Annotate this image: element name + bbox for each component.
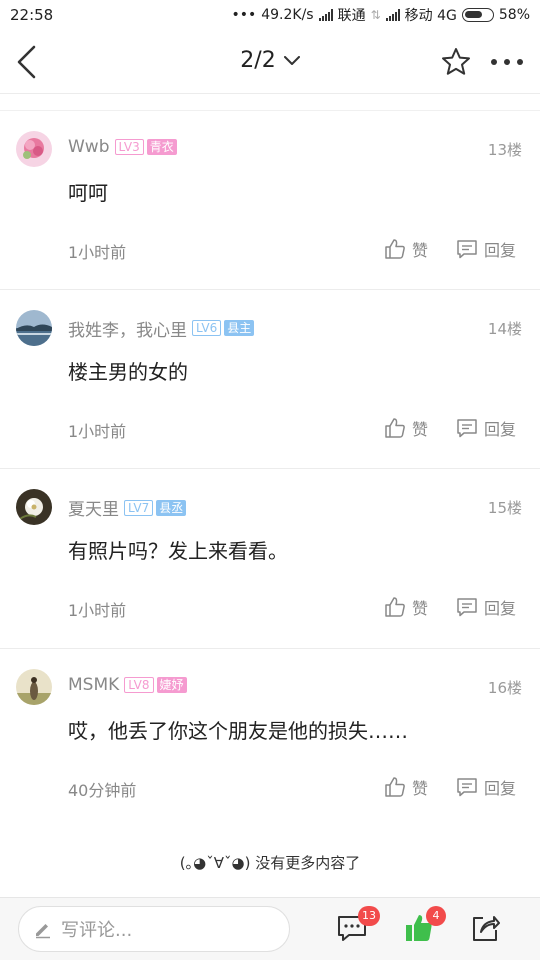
- pencil-icon: [36, 924, 50, 939]
- more-icon[interactable]: [488, 52, 528, 72]
- reply-content[interactable]: 楼主男的女的: [68, 356, 188, 385]
- share-button[interactable]: [470, 912, 500, 948]
- thumbs-up-icon: [385, 597, 405, 617]
- reply-header: 我姓李，我心里 LV6 县主: [68, 316, 255, 341]
- reply-content[interactable]: 有照片吗？发上来看看。: [68, 535, 288, 564]
- signal-icon: [385, 9, 400, 21]
- comment-input[interactable]: 写评论...: [18, 906, 290, 952]
- like-label: 赞: [412, 778, 429, 798]
- avatar[interactable]: [16, 131, 52, 167]
- reply-button[interactable]: 回复: [456, 237, 516, 261]
- reply-item: Wwb LV3 青衣 13楼 呵呵 1小时前 赞 回复: [0, 110, 540, 290]
- like-button[interactable]: 赞: [384, 595, 428, 619]
- floor-number: 13楼: [487, 141, 522, 159]
- comment-icon: [457, 418, 477, 437]
- end-of-list-note: (｡◕ˇ∀ˇ◕) 没有更多内容了: [179, 854, 361, 872]
- carrier-unicom: 联通: [337, 8, 366, 24]
- status-time: 22:58: [10, 6, 54, 24]
- comment-icon: [457, 598, 477, 617]
- reply-content[interactable]: 哎，他丢了你这个朋友是他的损失……: [68, 715, 408, 744]
- battery-icon: [461, 8, 494, 22]
- like-label: 赞: [412, 419, 429, 439]
- username[interactable]: Wwb: [68, 137, 110, 157]
- username[interactable]: 夏天里: [68, 495, 119, 520]
- level-badge: LV8: [124, 676, 154, 693]
- status-bar: 22:58 ••• 49.2K/s 联通 ⇅ 移动 4G 58%: [0, 0, 540, 30]
- reply-button[interactable]: 回复: [456, 595, 516, 619]
- avatar[interactable]: [16, 668, 52, 705]
- username[interactable]: MSMK: [68, 675, 119, 695]
- status-dots: •••: [231, 7, 257, 23]
- title-badge: 婕妤: [156, 676, 187, 693]
- reply-header: 夏天里 LV7 县丞: [68, 495, 187, 520]
- chevron-down-icon: [283, 55, 300, 65]
- reply-header: MSMK LV8 婕妤: [68, 675, 187, 695]
- reply-header: Wwb LV3 青衣: [68, 137, 177, 157]
- level-badge: LV6: [192, 320, 222, 336]
- share-icon: [473, 916, 500, 941]
- floor-number: 14楼: [487, 319, 522, 338]
- level-badge: LV3: [114, 139, 144, 155]
- avatar[interactable]: [16, 489, 52, 525]
- like-post-button[interactable]: 4: [404, 906, 446, 948]
- reply-time: 40分钟前: [68, 780, 137, 800]
- signal-icon: [318, 9, 333, 21]
- reply-list: Wwb LV3 青衣 13楼 呵呵 1小时前 赞 回复 我姓李，我心里 LV6 …: [0, 110, 540, 828]
- battery-percent: 58%: [498, 7, 530, 23]
- avatar[interactable]: [16, 309, 52, 346]
- thumbs-up-icon: [385, 417, 405, 438]
- reply-time: 1小时前: [68, 421, 127, 441]
- like-label: 赞: [412, 599, 429, 618]
- bottom-bar: 写评论... 13 4: [0, 897, 540, 960]
- reply-time: 1小时前: [68, 243, 127, 262]
- reply-label: 回复: [484, 599, 517, 618]
- title-badge: 青衣: [146, 139, 177, 155]
- data-transfer-icon: ⇅: [370, 8, 381, 22]
- comment-placeholder: 写评论...: [61, 920, 133, 941]
- like-count-badge: 4: [426, 906, 446, 926]
- like-button[interactable]: 赞: [384, 237, 428, 261]
- reply-button[interactable]: 回复: [456, 775, 516, 799]
- level-badge: LV7: [124, 499, 154, 516]
- comment-count-badge: 13: [358, 906, 380, 926]
- like-button[interactable]: 赞: [384, 775, 428, 799]
- comment-icon: [457, 240, 477, 259]
- reply-item: 我姓李，我心里 LV6 县主 14楼 楼主男的女的 1小时前 赞 回复: [0, 290, 540, 469]
- reply-content[interactable]: 呵呵: [68, 177, 108, 206]
- reply-time: 1小时前: [68, 601, 127, 620]
- back-icon[interactable]: [14, 44, 40, 80]
- comment-icon: [457, 777, 477, 796]
- page-indicator: 2/2: [240, 48, 276, 73]
- like-button[interactable]: 赞: [384, 416, 428, 440]
- like-label: 赞: [412, 241, 429, 260]
- status-indicators: ••• 49.2K/s 联通 ⇅ 移动 4G 58%: [231, 5, 530, 25]
- reply-button[interactable]: 回复: [456, 416, 516, 440]
- thumbs-up-icon: [385, 239, 405, 259]
- reply-item: 夏天里 LV7 县丞 15楼 有照片吗？发上来看看。 1小时前 赞 回复: [0, 469, 540, 649]
- floor-number: 16楼: [487, 678, 522, 697]
- reply-item: MSMK LV8 婕妤 16楼 哎，他丢了你这个朋友是他的损失…… 40分钟前 …: [0, 649, 540, 829]
- reply-label: 回复: [484, 778, 517, 798]
- reply-label: 回复: [484, 419, 517, 439]
- header: 2/2: [0, 30, 540, 94]
- comments-button[interactable]: 13: [336, 906, 380, 948]
- network-speed: 49.2K/s: [261, 7, 314, 23]
- star-icon[interactable]: [440, 46, 472, 78]
- username[interactable]: 我姓李，我心里: [68, 316, 187, 341]
- reply-label: 回复: [484, 241, 517, 260]
- page-selector[interactable]: 2/2: [240, 48, 300, 73]
- title-badge: 县主: [224, 320, 255, 336]
- title-badge: 县丞: [156, 499, 187, 516]
- carrier-mobile: 移动 4G: [404, 8, 457, 24]
- thumbs-up-icon: [385, 776, 405, 797]
- floor-number: 15楼: [487, 499, 522, 517]
